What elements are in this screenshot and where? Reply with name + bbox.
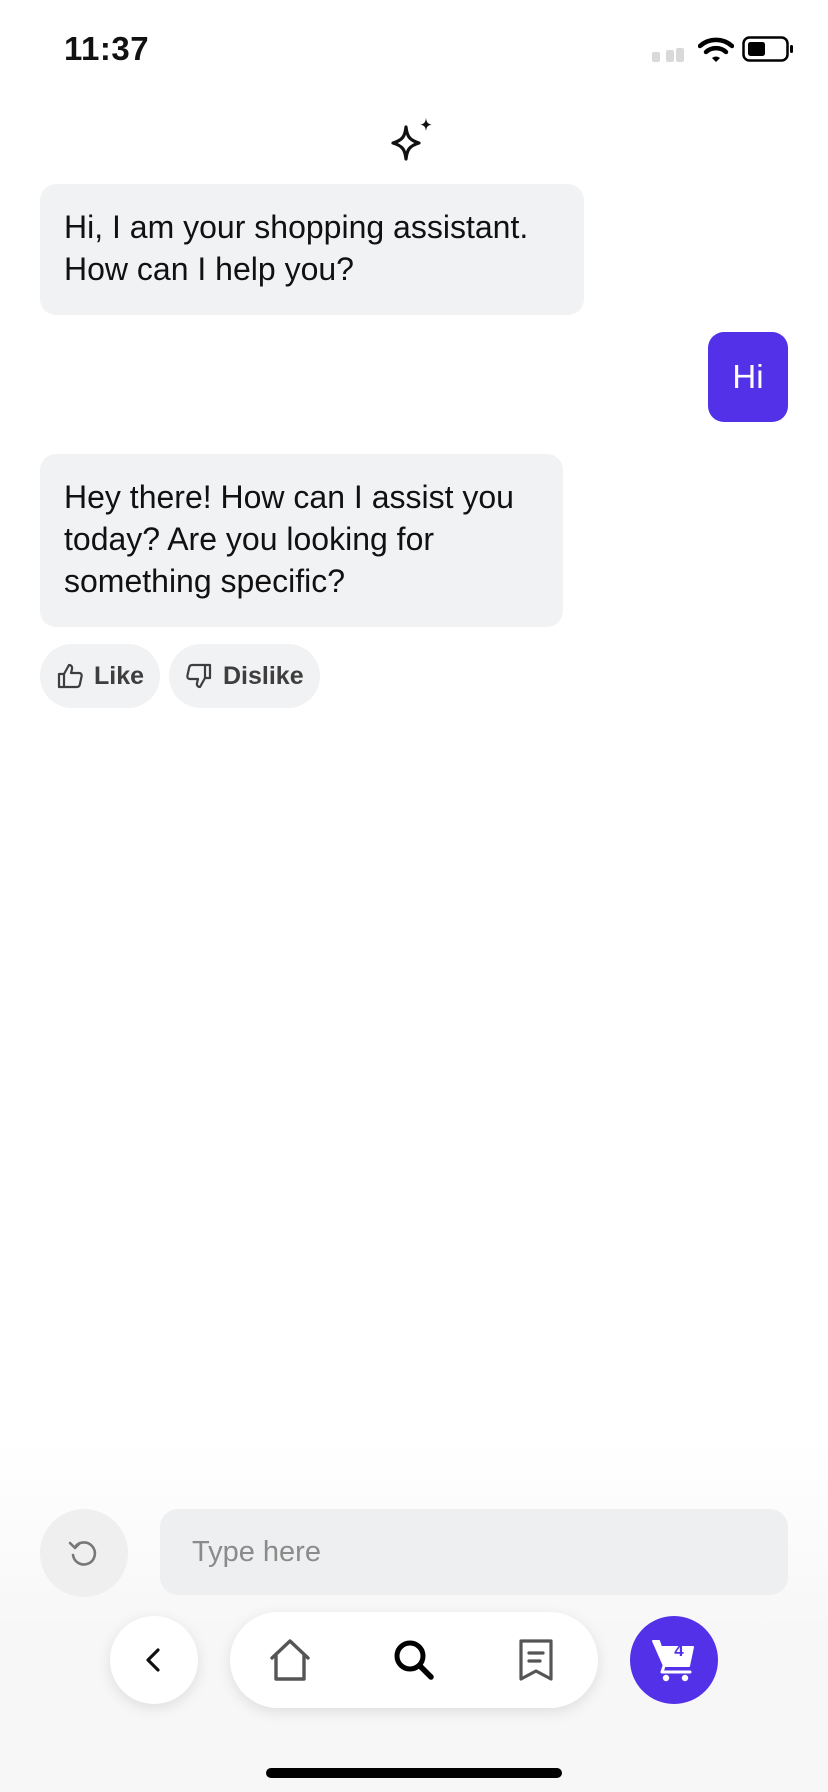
nav-search-button[interactable]	[386, 1632, 442, 1688]
back-icon	[146, 1648, 160, 1672]
thumbs-up-icon	[57, 663, 83, 689]
chat-input[interactable]	[160, 1509, 788, 1595]
nav-home-button[interactable]	[262, 1632, 318, 1688]
bottom-nav	[230, 1612, 598, 1708]
wifi-icon	[698, 37, 734, 62]
nav-orders-button[interactable]	[508, 1632, 564, 1688]
like-button[interactable]: Like	[40, 644, 160, 708]
back-button[interactable]	[110, 1616, 198, 1704]
receipt-icon	[519, 1639, 553, 1681]
status-time: 11:37	[64, 30, 150, 67]
cart-button[interactable]: 4	[630, 1616, 718, 1704]
like-label: Like	[94, 661, 145, 690]
assistant-message: Hi, I am your shopping assistant. How ca…	[40, 184, 584, 315]
user-message: Hi	[708, 332, 788, 422]
home-icon	[270, 1639, 310, 1681]
assistant-message: Hey there! How can I assist you today? A…	[40, 454, 563, 627]
home-indicator	[266, 1768, 562, 1778]
signal-icon	[652, 48, 684, 62]
status-bar: 11:37	[0, 0, 828, 100]
battery-icon	[742, 36, 793, 62]
reset-chat-button[interactable]	[40, 1509, 128, 1597]
cart-count-badge: 4	[674, 1641, 684, 1660]
refresh-icon	[68, 1541, 97, 1566]
dislike-label: Dislike	[223, 661, 304, 690]
search-icon	[394, 1640, 434, 1680]
thumbs-down-icon	[186, 663, 212, 689]
dislike-button[interactable]: Dislike	[169, 644, 320, 708]
sparkle-icon	[391, 118, 432, 161]
